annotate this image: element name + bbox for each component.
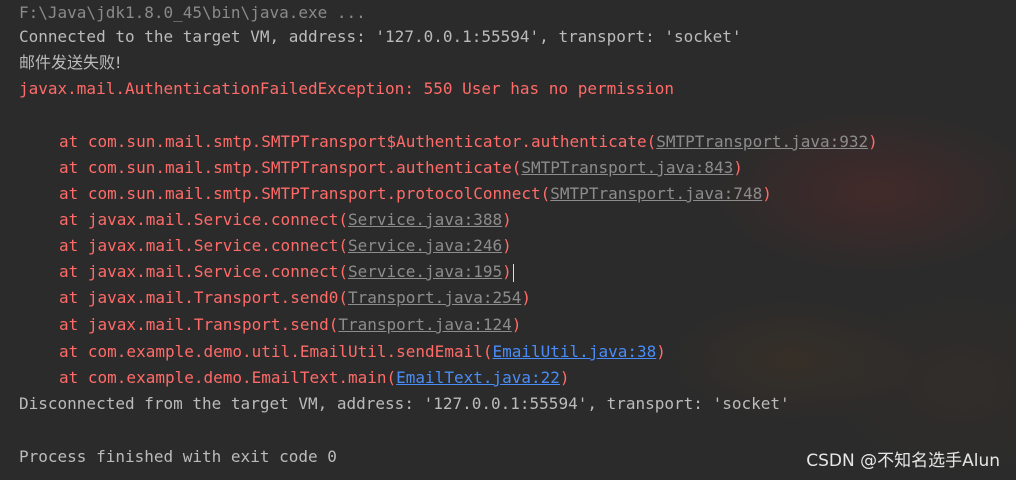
source-link[interactable]: SMTPTransport.java:932 — [656, 132, 868, 151]
console-output[interactable]: F:\Java\jdk1.8.0_45\bin\java.exe ... Con… — [0, 0, 1016, 480]
text-caret — [512, 263, 514, 282]
process-finished-message: Process finished with exit code 0 — [19, 447, 337, 466]
source-link[interactable]: Service.java:388 — [348, 210, 502, 229]
exception-message: javax.mail.AuthenticationFailedException… — [19, 79, 675, 98]
source-link[interactable]: Transport.java:124 — [338, 315, 511, 334]
watermark: CSDN @不知名选手Alun — [806, 451, 1000, 471]
stack-frame: at javax.mail.Service.connect(Service.ja… — [59, 262, 514, 282]
source-link[interactable]: Transport.java:254 — [348, 288, 521, 307]
stack-frame: at com.sun.mail.smtp.SMTPTransport.proto… — [59, 184, 772, 203]
command-line[interactable]: F:\Java\jdk1.8.0_45\bin\java.exe ... — [19, 0, 366, 26]
stack-frame: at javax.mail.Service.connect(Service.ja… — [59, 236, 512, 255]
stack-frame: at com.example.demo.util.EmailUtil.sendE… — [59, 342, 666, 361]
connected-message: Connected to the target VM, address: '12… — [19, 27, 742, 46]
stack-frame: at javax.mail.Service.connect(Service.ja… — [59, 210, 512, 229]
stack-frame: at com.sun.mail.smtp.SMTPTransport.authe… — [59, 158, 743, 177]
stack-frame: at javax.mail.Transport.send0(Transport.… — [59, 288, 532, 307]
source-link[interactable]: SMTPTransport.java:748 — [550, 184, 762, 203]
stack-frame: at com.example.demo.EmailText.main(Email… — [59, 368, 570, 387]
source-link[interactable]: Service.java:195 — [348, 262, 502, 281]
source-link[interactable]: EmailText.java:22 — [396, 368, 560, 387]
stack-frame: at com.sun.mail.smtp.SMTPTransport$Authe… — [59, 132, 878, 151]
mail-failed-message: 邮件发送失败! — [19, 53, 122, 72]
source-link[interactable]: EmailUtil.java:38 — [492, 342, 656, 361]
source-link[interactable]: Service.java:246 — [348, 236, 502, 255]
stack-frame: at javax.mail.Transport.send(Transport.j… — [59, 315, 522, 334]
disconnected-message: Disconnected from the target VM, address… — [19, 394, 790, 413]
source-link[interactable]: SMTPTransport.java:843 — [521, 158, 733, 177]
